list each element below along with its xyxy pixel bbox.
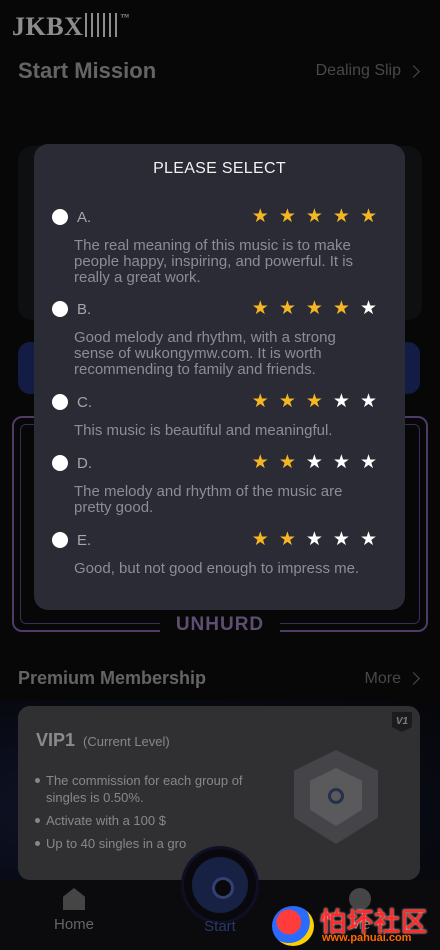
option-letter: D. bbox=[77, 455, 92, 472]
watermark: 怕坏社区 www.pahuai.com bbox=[270, 900, 440, 948]
star-icon: ★ bbox=[278, 391, 296, 412]
option-letter: E. bbox=[77, 532, 92, 549]
star-icon: ★ bbox=[332, 391, 350, 412]
star-icon: ★ bbox=[278, 529, 296, 550]
star-icon: ★ bbox=[359, 298, 377, 319]
star-icon: ★ bbox=[251, 298, 269, 319]
star-icon: ★ bbox=[278, 298, 296, 319]
radio-circle-icon[interactable] bbox=[52, 455, 68, 471]
star-icon: ★ bbox=[278, 452, 296, 473]
dialog-title: PLEASE SELECT bbox=[153, 160, 286, 177]
option-letter: B. bbox=[77, 301, 92, 318]
star-icon: ★ bbox=[359, 391, 377, 412]
star-icon: ★ bbox=[359, 529, 377, 550]
star-icon: ★ bbox=[251, 206, 269, 227]
star-icon: ★ bbox=[251, 391, 269, 412]
star-icon: ★ bbox=[332, 452, 350, 473]
option-letter: A. bbox=[77, 209, 92, 226]
option-text: Good, but not good enough to impress me. bbox=[74, 560, 360, 577]
star-icon: ★ bbox=[359, 452, 377, 473]
star-rating: ★ ★ ★ ★ ★ bbox=[252, 391, 377, 413]
watermark-url: www.pahuai.com bbox=[322, 932, 412, 944]
rating-select-dialog: PLEASE SELECT A. ★ ★ ★ ★ ★ The real meaning … bbox=[34, 144, 405, 610]
star-icon: ★ bbox=[332, 529, 350, 550]
star-icon: ★ bbox=[278, 206, 296, 227]
star-icon: ★ bbox=[305, 391, 323, 412]
star-icon: ★ bbox=[332, 298, 350, 319]
star-icon: ★ bbox=[332, 206, 350, 227]
star-icon: ★ bbox=[251, 529, 269, 550]
option-text: This music is beautiful and meaningful. bbox=[74, 422, 333, 439]
watermark-logo-icon bbox=[272, 906, 314, 946]
star-icon: ★ bbox=[251, 452, 269, 473]
option-text: The real meaning of this music is to mak… bbox=[74, 237, 354, 286]
star-icon: ★ bbox=[305, 298, 323, 319]
radio-circle-icon[interactable] bbox=[52, 532, 68, 548]
star-icon: ★ bbox=[305, 206, 323, 227]
star-icon: ★ bbox=[305, 529, 323, 550]
option-text: The melody and rhythm of the music are p… bbox=[74, 483, 343, 516]
star-rating: ★ ★ ★ ★ ★ bbox=[252, 298, 377, 320]
radio-circle-icon[interactable] bbox=[52, 301, 68, 317]
option-letter: C. bbox=[77, 394, 92, 411]
star-rating: ★ ★ ★ ★ ★ bbox=[252, 529, 377, 551]
star-icon: ★ bbox=[305, 452, 323, 473]
star-rating: ★ ★ ★ ★ ★ bbox=[252, 452, 377, 474]
star-icon: ★ bbox=[359, 206, 377, 227]
radio-circle-icon[interactable] bbox=[52, 209, 68, 225]
option-text: Good melody and rhythm, with a strong se… bbox=[74, 329, 336, 378]
star-rating: ★ ★ ★ ★ ★ bbox=[252, 206, 377, 228]
radio-circle-icon[interactable] bbox=[52, 394, 68, 410]
